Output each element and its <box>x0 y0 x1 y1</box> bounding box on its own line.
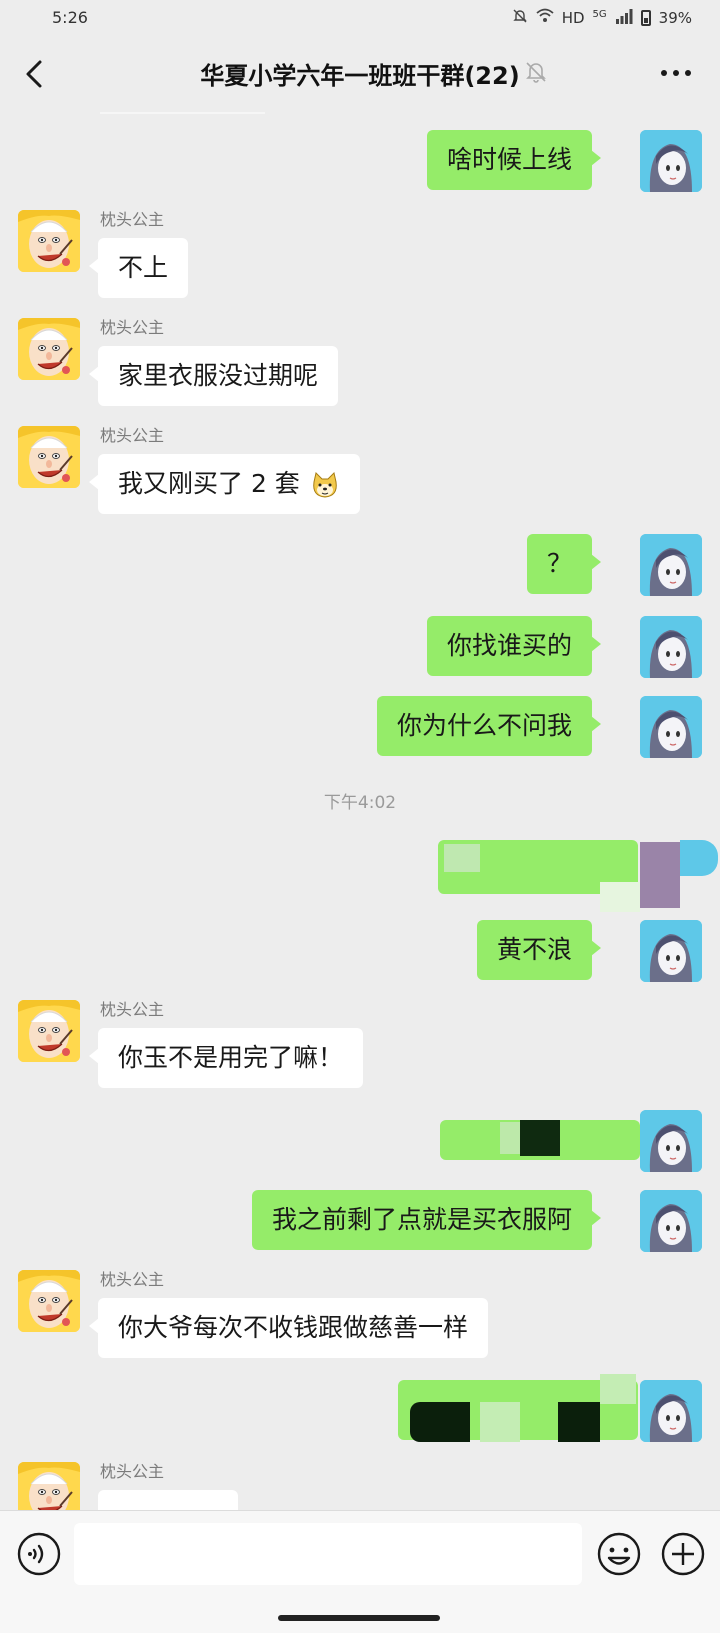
bell-off-status-icon <box>512 8 528 28</box>
grandpa-avatar-icon <box>18 1000 80 1062</box>
self-avatar-icon <box>640 1190 702 1252</box>
self-avatar-icon <box>640 920 702 982</box>
avatar[interactable] <box>640 1110 702 1172</box>
sender-name: 枕头公主 <box>100 318 165 337</box>
avatar[interactable] <box>640 920 702 982</box>
self-avatar-icon <box>640 534 702 596</box>
network-label: HD <box>561 9 585 27</box>
status-time: 5:26 <box>52 8 88 27</box>
redaction-block <box>444 844 480 872</box>
self-avatar-icon <box>640 1380 702 1442</box>
message-text: 家里衣服没过期呢 <box>118 361 319 390</box>
more-dots-icon[interactable] <box>656 58 696 88</box>
voice-icon[interactable] <box>16 1531 62 1577</box>
avatar[interactable] <box>18 1270 80 1332</box>
chat-title: 华夏小学六年一班班干群(22) <box>0 56 720 91</box>
emoji-icon[interactable] <box>596 1531 642 1577</box>
message-text: 啥时候上线 <box>446 145 572 174</box>
message-text: 我又刚买了 2 套 <box>118 469 300 498</box>
redaction-block <box>680 840 718 876</box>
doge-emoji <box>310 470 340 500</box>
home-indicator[interactable] <box>278 1615 440 1621</box>
self-avatar-icon <box>640 696 702 758</box>
grandpa-avatar-icon <box>18 1270 80 1332</box>
incoming-message[interactable]: 家里衣服没过期呢 <box>88 346 339 406</box>
redaction-block <box>558 1402 600 1442</box>
incoming-message[interactable]: 我又刚买了 2 套 <box>89 454 360 514</box>
scroll-divider <box>100 112 265 114</box>
redaction-block <box>600 1374 636 1404</box>
message-text: 你玉不是用完了嘛！ <box>118 1043 344 1072</box>
message-text: ？ <box>546 549 572 578</box>
grandpa-avatar-icon <box>18 318 80 380</box>
status-bar: 5:26 HD 5G 39% <box>0 0 720 36</box>
self-avatar-icon <box>640 616 702 678</box>
message-input[interactable] <box>74 1523 582 1585</box>
chat-title-text: 华夏小学六年一班班干群(22) <box>200 62 520 90</box>
input-bar <box>0 1510 720 1633</box>
timestamp-text: 下午4:02 <box>323 793 397 813</box>
redaction-block <box>600 882 640 912</box>
sender-name: 枕头公主 <box>100 1462 165 1481</box>
network-generation: 5G <box>592 8 607 20</box>
sender-name: 枕头公主 <box>100 210 165 229</box>
message-timestamp: 下午4:02 <box>0 788 720 813</box>
message-list[interactable]: 啥时候上线 枕头公主 不上 枕头公主 家里衣服没过期呢 枕头公主 我又刚买了 2… <box>0 112 720 1510</box>
message-text: 你为什么不问我 <box>396 711 572 740</box>
message-text: 你大爷每次不收钱跟做慈善一样 <box>118 1313 469 1342</box>
avatar[interactable] <box>18 318 80 380</box>
redaction-block <box>410 1402 470 1442</box>
avatar[interactable] <box>18 426 80 488</box>
grandpa-avatar-icon <box>18 1462 80 1510</box>
redaction-block <box>640 842 680 908</box>
sender-name: 枕头公主 <box>100 426 165 445</box>
self-avatar-icon <box>640 130 702 192</box>
message-text: 我之前剩了点就是买衣服阿 <box>271 1205 572 1234</box>
incoming-message[interactable] <box>98 1490 238 1510</box>
avatar[interactable] <box>640 534 702 596</box>
incoming-message[interactable]: 你玉不是用完了嘛！ <box>88 1028 364 1088</box>
avatar[interactable] <box>640 1190 702 1252</box>
status-icons: HD 5G 39% <box>512 8 692 28</box>
chat-header: 华夏小学六年一班班干群(22) <box>0 36 720 112</box>
message-text: 黄不浪 <box>496 935 572 964</box>
message-text: 不上 <box>118 253 169 282</box>
incoming-message[interactable]: 不上 <box>88 238 189 298</box>
sender-name: 枕头公主 <box>100 1270 165 1289</box>
avatar[interactable] <box>18 1462 80 1510</box>
grandpa-avatar-icon <box>18 210 80 272</box>
outgoing-message[interactable]: 啥时候上线 <box>426 130 602 190</box>
message-text: 你找谁买的 <box>446 631 572 660</box>
battery-icon <box>640 10 651 26</box>
outgoing-message[interactable]: 我之前剩了点就是买衣服阿 <box>251 1190 602 1250</box>
avatar[interactable] <box>640 616 702 678</box>
wifi-icon <box>536 8 554 28</box>
outgoing-message[interactable]: 你为什么不问我 <box>376 696 602 756</box>
avatar[interactable] <box>640 1380 702 1442</box>
sender-name: 枕头公主 <box>100 1000 165 1019</box>
outgoing-message[interactable]: 你找谁买的 <box>426 616 602 676</box>
bell-off-icon <box>524 60 548 84</box>
signal-icon <box>615 8 633 28</box>
outgoing-message[interactable]: ？ <box>526 534 602 594</box>
self-avatar-icon <box>640 1110 702 1172</box>
plus-icon[interactable] <box>660 1531 706 1577</box>
battery-level: 39% <box>658 9 692 27</box>
redaction-block <box>480 1402 520 1442</box>
avatar[interactable] <box>640 696 702 758</box>
outgoing-message[interactable]: 黄不浪 <box>476 920 602 980</box>
avatar[interactable] <box>18 1000 80 1062</box>
redaction-block <box>520 1120 560 1156</box>
avatar[interactable] <box>640 130 702 192</box>
grandpa-avatar-icon <box>18 426 80 488</box>
avatar[interactable] <box>18 210 80 272</box>
incoming-message[interactable]: 你大爷每次不收钱跟做慈善一样 <box>88 1298 489 1358</box>
